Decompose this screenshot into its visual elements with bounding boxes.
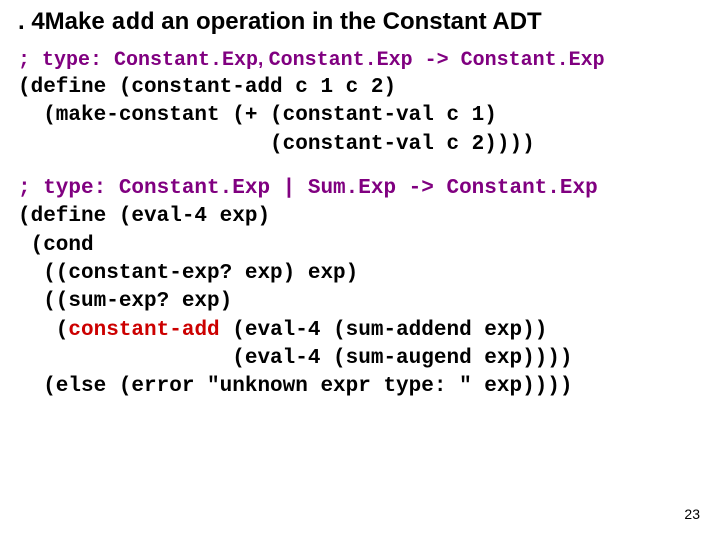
code-block-2-line1: (define (eval-4 exp) <box>18 203 702 231</box>
type1-part-b: Constant.Exp -> Constant.Exp <box>269 49 605 72</box>
code-block-1-line3: (constant-val c 2)))) <box>18 131 702 159</box>
l5-rest: (eval-4 (sum-addend exp)) <box>220 319 548 342</box>
title-suffix: an operation in the Constant ADT <box>155 8 542 35</box>
spacer <box>18 159 702 175</box>
slide-container: . 4Make add an operation in the Constant… <box>0 0 720 402</box>
code-block-2-line7: (else (error "unknown expr type: " exp))… <box>18 373 702 401</box>
l5-constant-add: constant-add <box>68 319 219 342</box>
code-block-1-line1: (define (constant-add c 1 c 2) <box>18 74 702 102</box>
type-comment-1: ; type: Constant.Exp, Constant.Exp -> Co… <box>18 47 702 74</box>
page-number: 23 <box>684 506 700 522</box>
code-block-2-line5: (constant-add (eval-4 (sum-addend exp)) <box>18 317 702 345</box>
code-block-2-line3: ((constant-exp? exp) exp) <box>18 260 702 288</box>
page-title: . 4Make add an operation in the Constant… <box>18 8 702 37</box>
title-add-keyword: add <box>111 10 154 37</box>
title-prefix: . 4Make <box>18 8 111 35</box>
type-comment-2: ; type: Constant.Exp | Sum.Exp -> Consta… <box>18 175 702 203</box>
code-block-1-line2: (make-constant (+ (constant-val c 1) <box>18 102 702 130</box>
type1-part-a: ; type: Constant.Exp <box>18 49 258 72</box>
type1-comma: , <box>258 49 269 70</box>
l5-open: ( <box>18 319 68 342</box>
code-block-2-line2: (cond <box>18 232 702 260</box>
code-block-2-line6: (eval-4 (sum-augend exp)))) <box>18 345 702 373</box>
code-block-2-line4: ((sum-exp? exp) <box>18 288 702 316</box>
